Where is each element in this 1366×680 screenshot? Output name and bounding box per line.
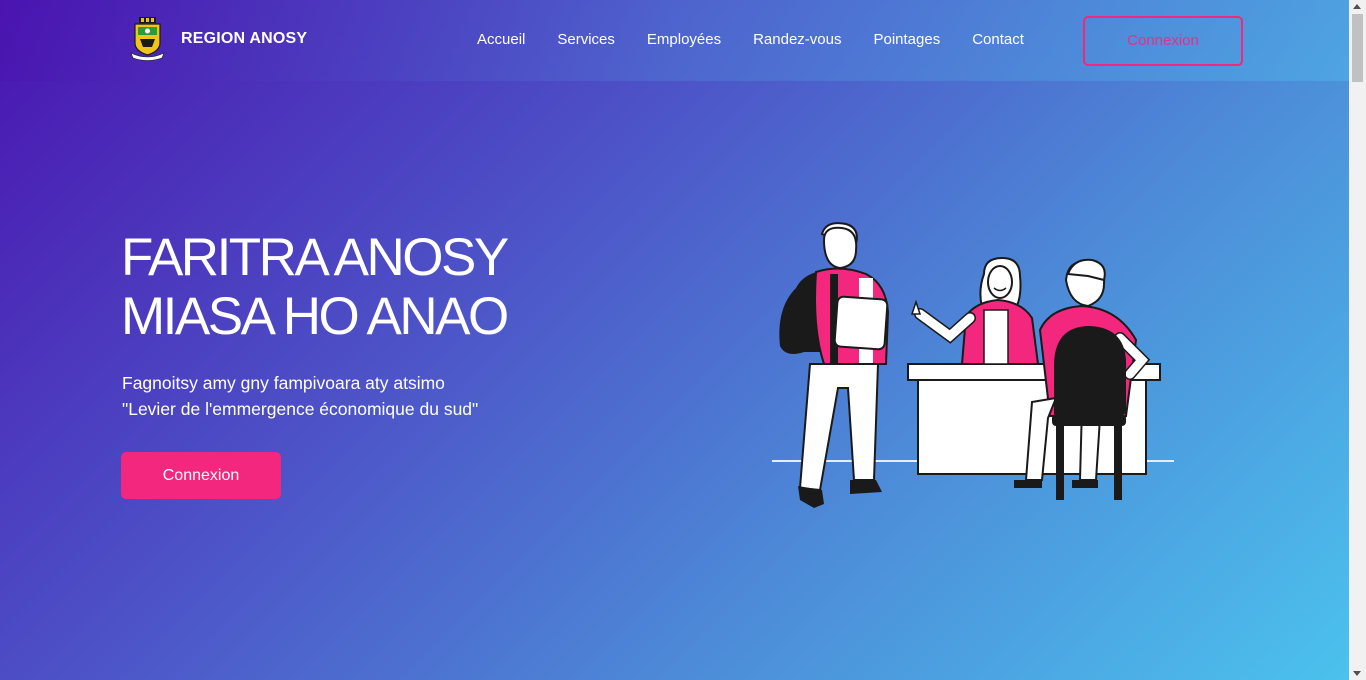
hero-title-line-1: FARITRA ANOSY [121, 228, 509, 287]
brand-name: REGION ANOSY [181, 30, 308, 47]
office-meeting-illustration [772, 222, 1174, 508]
hero-subtitle: Fagnoitsy amy gny fampivoara aty atsimo … [122, 370, 478, 422]
nav-link-randez-vous[interactable]: Randez-vous [753, 31, 841, 48]
hero-title: FARITRA ANOSY MIASA HO ANAO [121, 228, 509, 346]
nav-link-accueil[interactable]: Accueil [477, 31, 525, 48]
hero-title-line-2: MIASA HO ANAO [121, 287, 509, 346]
hero-login-button[interactable]: Connexion [121, 452, 281, 499]
page: REGION ANOSY Accueil Services Employées … [0, 0, 1366, 680]
nav-link-contact[interactable]: Contact [972, 31, 1024, 48]
brand[interactable]: REGION ANOSY [130, 17, 307, 61]
nav-link-employees[interactable]: Employées [647, 31, 721, 48]
scroll-thumb[interactable] [1352, 14, 1363, 82]
hero-subtitle-line-1: Fagnoitsy amy gny fampivoara aty atsimo [122, 373, 445, 393]
nav-login-button[interactable]: Connexion [1083, 16, 1243, 66]
nav-link-services[interactable]: Services [557, 31, 615, 48]
scroll-up-arrow-icon[interactable] [1353, 4, 1361, 9]
scroll-down-arrow-icon[interactable] [1353, 671, 1361, 676]
nav-link-pointages[interactable]: Pointages [873, 31, 940, 48]
navbar: REGION ANOSY Accueil Services Employées … [0, 0, 1349, 81]
vertical-scrollbar[interactable] [1349, 0, 1366, 680]
region-logo-icon [130, 17, 165, 61]
main-nav: Accueil Services Employées Randez-vous P… [477, 31, 1056, 48]
hero-subtitle-line-2: "Levier de l'emmergence économique du su… [122, 399, 479, 419]
